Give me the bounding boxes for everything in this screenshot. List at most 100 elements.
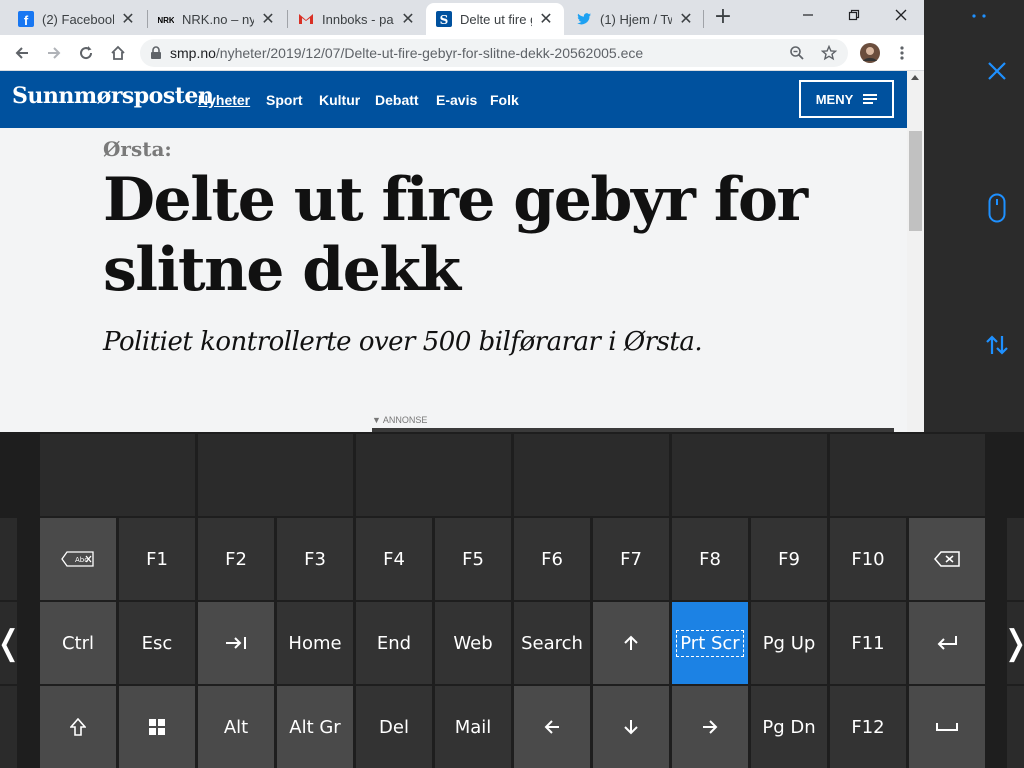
key-home[interactable]: Home (277, 602, 353, 684)
close-icon[interactable]: ✕ (538, 9, 554, 29)
mouse-icon[interactable] (982, 190, 1012, 226)
nav-link-debatt[interactable]: Debatt (375, 92, 419, 108)
key-f7[interactable]: F7 (593, 518, 669, 600)
suggestion-slot[interactable] (40, 434, 195, 516)
nav-link-folk[interactable]: Folk (490, 92, 519, 108)
bookmark-button[interactable] (815, 39, 843, 67)
key-label: Esc (141, 632, 173, 654)
suggestion-slot[interactable] (356, 434, 511, 516)
tab-title: Delte ut fire g (460, 11, 532, 27)
reload-button[interactable] (72, 39, 100, 67)
key-page-up[interactable]: Pg Up (751, 602, 827, 684)
key-f3[interactable]: F3 (277, 518, 353, 600)
key-label: Pg Dn (762, 716, 816, 738)
svg-text:NRK: NRK (158, 16, 174, 25)
edge-strip (0, 686, 17, 768)
suggestion-slot[interactable] (672, 434, 827, 516)
keyboard-side-panel (924, 0, 1024, 432)
key-arrow-down[interactable] (593, 686, 669, 768)
key-f1[interactable]: F1 (119, 518, 195, 600)
key-web[interactable]: Web (435, 602, 511, 684)
nav-link-kultur[interactable]: Kultur (319, 92, 360, 108)
browser-window: f (2) Facebook ✕ NRK NRK.no – nyhe ✕ Inn… (0, 0, 924, 432)
key-f11[interactable]: F11 (830, 602, 906, 684)
key-f4[interactable]: F4 (356, 518, 432, 600)
key-windows[interactable] (119, 686, 195, 768)
key-f2[interactable]: F2 (198, 518, 274, 600)
scroll-keys-left-button[interactable]: ❬ (0, 602, 23, 684)
arrow-down-icon (624, 720, 638, 735)
swap-vertical-icon[interactable] (982, 330, 1012, 360)
zoom-button[interactable] (783, 39, 811, 67)
key-f5[interactable]: F5 (435, 518, 511, 600)
tab-gmail[interactable]: Innboks - palu ✕ (288, 3, 426, 35)
key-alt[interactable]: Alt (198, 686, 274, 768)
key-label: F5 (462, 548, 484, 570)
key-delete[interactable]: Del (356, 686, 432, 768)
ad-label: ▼ ANNONSE (372, 415, 428, 425)
key-esc[interactable]: Esc (119, 602, 195, 684)
site-menu-button[interactable]: MENY (799, 80, 894, 118)
key-arrow-left[interactable] (514, 686, 590, 768)
key-enter[interactable] (909, 602, 985, 684)
suggestion-slot[interactable] (514, 434, 669, 516)
key-search[interactable]: Search (514, 602, 590, 684)
key-alt-gr[interactable]: Alt Gr (277, 686, 353, 768)
close-icon[interactable] (982, 56, 1012, 86)
tab-nrk[interactable]: NRK NRK.no – nyhe ✕ (148, 3, 286, 35)
suggestion-slot[interactable] (830, 434, 985, 516)
forward-button[interactable] (40, 39, 68, 67)
key-backspace[interactable] (909, 518, 985, 600)
svg-text:S: S (440, 13, 449, 27)
tab-smp-active[interactable]: S Delte ut fire g ✕ (426, 3, 564, 35)
tab-facebook[interactable]: f (2) Facebook ✕ (8, 3, 146, 35)
key-shift[interactable] (40, 686, 116, 768)
suggestion-slot[interactable] (198, 434, 353, 516)
browser-menu-button[interactable] (888, 39, 916, 67)
address-bar[interactable]: smp.no/nyheter/2019/12/07/Delte-ut-fire-… (140, 39, 848, 67)
scroll-thumb[interactable] (909, 131, 922, 231)
key-end[interactable]: End (356, 602, 432, 684)
key-label: F10 (851, 548, 885, 570)
site-logo[interactable]: Sunnmørsposten (12, 83, 214, 109)
zoom-out-icon (790, 46, 804, 60)
tab-twitter[interactable]: (1) Hjem / Twi ✕ (566, 3, 704, 35)
scroll-keys-right-button[interactable]: ❭ (1001, 602, 1024, 684)
home-button[interactable] (104, 39, 132, 67)
scroll-up-icon[interactable] (911, 75, 919, 80)
key-f10[interactable]: F10 (830, 518, 906, 600)
key-f8[interactable]: F8 (672, 518, 748, 600)
page-scrollbar[interactable] (907, 71, 924, 432)
key-label: F6 (541, 548, 563, 570)
key-arrow-right[interactable] (672, 686, 748, 768)
back-button[interactable] (8, 39, 36, 67)
key-clear-text[interactable]: Abc (40, 518, 116, 600)
key-f9[interactable]: F9 (751, 518, 827, 600)
tab-strip: f (2) Facebook ✕ NRK NRK.no – nyhe ✕ Inn… (0, 0, 924, 35)
close-icon[interactable]: ✕ (120, 9, 136, 29)
key-f12[interactable]: F12 (830, 686, 906, 768)
close-icon[interactable]: ✕ (260, 9, 276, 29)
nav-link-e-avis[interactable]: E-avis (436, 92, 477, 108)
new-tab-button[interactable]: + (710, 5, 736, 31)
key-tab[interactable] (198, 602, 274, 684)
restore-button[interactable] (831, 0, 877, 30)
close-window-button[interactable] (878, 0, 924, 30)
key-print-screen[interactable]: Prt Scr (672, 602, 748, 684)
key-arrow-up[interactable] (593, 602, 669, 684)
profile-button[interactable] (856, 39, 884, 67)
edge-strip (0, 518, 17, 600)
key-space[interactable] (909, 686, 985, 768)
tab-title: (2) Facebook (42, 11, 114, 27)
tab-title: (1) Hjem / Twi (600, 11, 672, 27)
nav-link-nyheter[interactable]: Nyheter (198, 92, 250, 108)
close-icon[interactable]: ✕ (678, 9, 694, 29)
nav-link-sport[interactable]: Sport (266, 92, 303, 108)
more-dots-icon[interactable] (964, 6, 994, 26)
close-icon[interactable]: ✕ (400, 9, 416, 29)
key-ctrl[interactable]: Ctrl (40, 602, 116, 684)
key-f6[interactable]: F6 (514, 518, 590, 600)
minimize-button[interactable] (785, 0, 831, 30)
key-mail[interactable]: Mail (435, 686, 511, 768)
key-page-down[interactable]: Pg Dn (751, 686, 827, 768)
